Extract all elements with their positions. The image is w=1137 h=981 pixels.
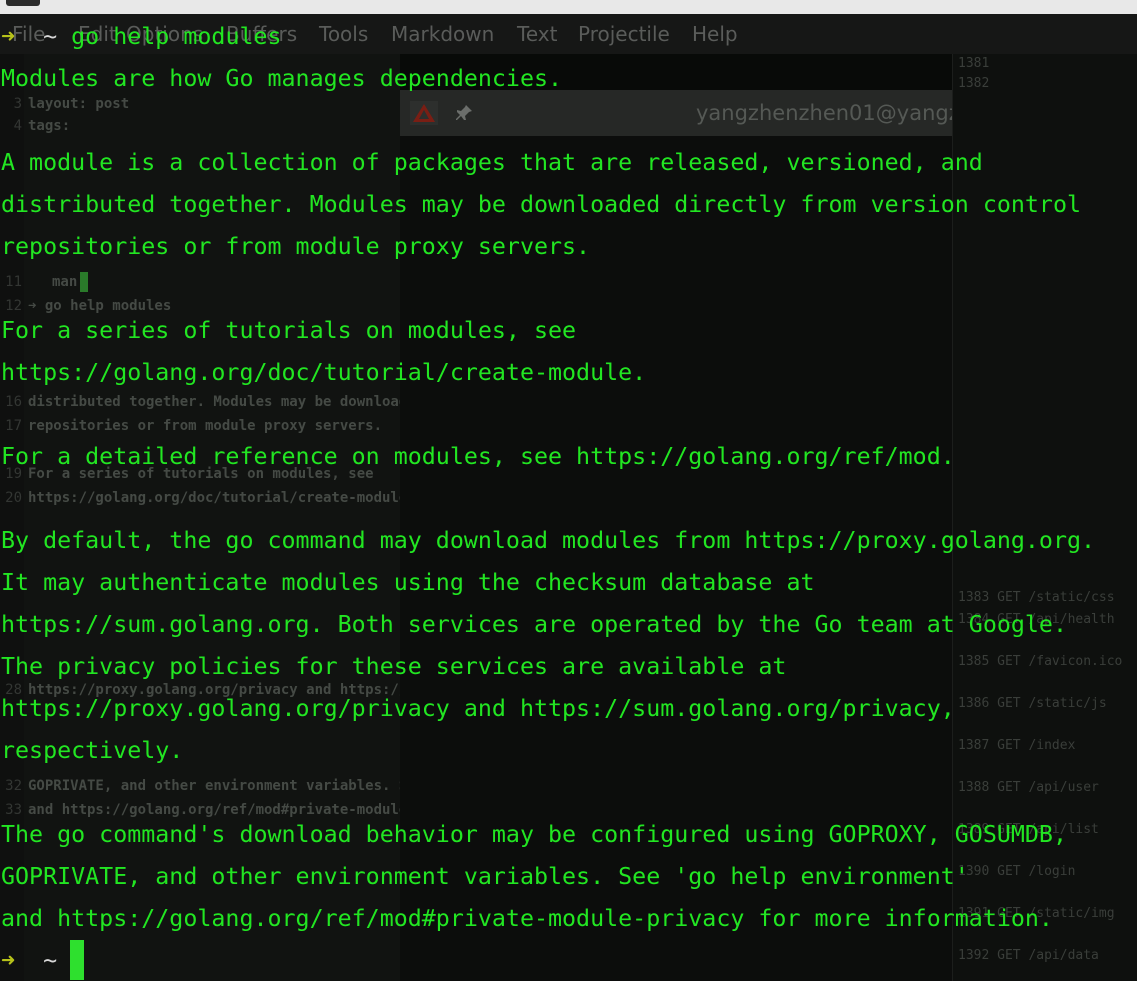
prompt-arrow-icon: ➜: [1, 947, 16, 974]
background-editor-cursor: [80, 272, 88, 292]
terminal-cursor[interactable]: [70, 940, 84, 980]
output-line: distributed together. Modules may be dow…: [1, 191, 1081, 218]
output-line: Modules are how Go manages dependencies.: [1, 65, 563, 92]
output-line: For a detailed reference on modules, see…: [1, 443, 955, 470]
command-prompt-line: ➜ ~ go help modules: [1, 16, 282, 58]
log-line: 1390 GET /login: [958, 864, 1076, 879]
output-line: It may authenticate modules using the ch…: [1, 569, 815, 596]
menu-item-markdown[interactable]: Markdown: [391, 22, 494, 46]
arch-triangle-icon: [410, 101, 438, 125]
log-line: 1382: [958, 76, 990, 91]
background-titlebar-strip: [0, 0, 1137, 14]
menu-item-text[interactable]: Text: [517, 22, 557, 46]
output-line: The privacy policies for these services …: [1, 653, 787, 680]
current-prompt-line[interactable]: ➜ ~: [1, 940, 57, 981]
log-line: 1385 GET /favicon.ico: [958, 654, 1123, 669]
output-line: repositories or from module proxy server…: [1, 233, 591, 260]
output-line: A module is a collection of packages tha…: [1, 149, 983, 176]
output-line: The go command's download behavior may b…: [1, 821, 1067, 848]
log-line: 1387 GET /index: [958, 738, 1076, 753]
editor-line: 4 tags:: [13, 118, 71, 134]
menu-item-help[interactable]: Help: [692, 22, 738, 46]
prompt-directory: ~: [43, 947, 58, 974]
output-line: and https://golang.org/ref/mod#private-m…: [1, 905, 1053, 932]
output-line: GOPRIVATE, and other environment variabl…: [1, 863, 969, 890]
output-line: https://sum.golang.org. Both services ar…: [1, 611, 1067, 638]
output-line: https://golang.org/doc/tutorial/create-m…: [1, 359, 647, 386]
pin-icon[interactable]: [454, 103, 474, 123]
background-window-logo: [6, 0, 40, 6]
prompt-directory: ~: [43, 23, 58, 50]
output-line: For a series of tutorials on modules, se…: [1, 317, 577, 344]
editor-line: 20 https://golang.org/doc/tutorial/create…: [5, 490, 416, 506]
command-text: go help modules: [71, 23, 282, 50]
log-line: 1381: [958, 56, 990, 71]
output-line: respectively.: [1, 737, 184, 764]
menu-item-projectile[interactable]: Projectile: [578, 22, 670, 46]
prompt-arrow-icon: ➜: [1, 23, 16, 50]
output-line: By default, the go command may download …: [1, 527, 1096, 554]
output-line: https://proxy.golang.org/privacy and htt…: [1, 695, 955, 722]
log-line: 1386 GET /static/js: [958, 696, 1107, 711]
menu-item-tools[interactable]: Tools: [319, 22, 368, 46]
editor-line: 11 man: [5, 274, 78, 290]
desktop-screen: File Edit Options Buffers Tools Markdown…: [0, 0, 1137, 981]
log-line: 1388 GET /api/user: [958, 780, 1099, 795]
log-line: 1392 GET /api/data: [958, 948, 1099, 963]
